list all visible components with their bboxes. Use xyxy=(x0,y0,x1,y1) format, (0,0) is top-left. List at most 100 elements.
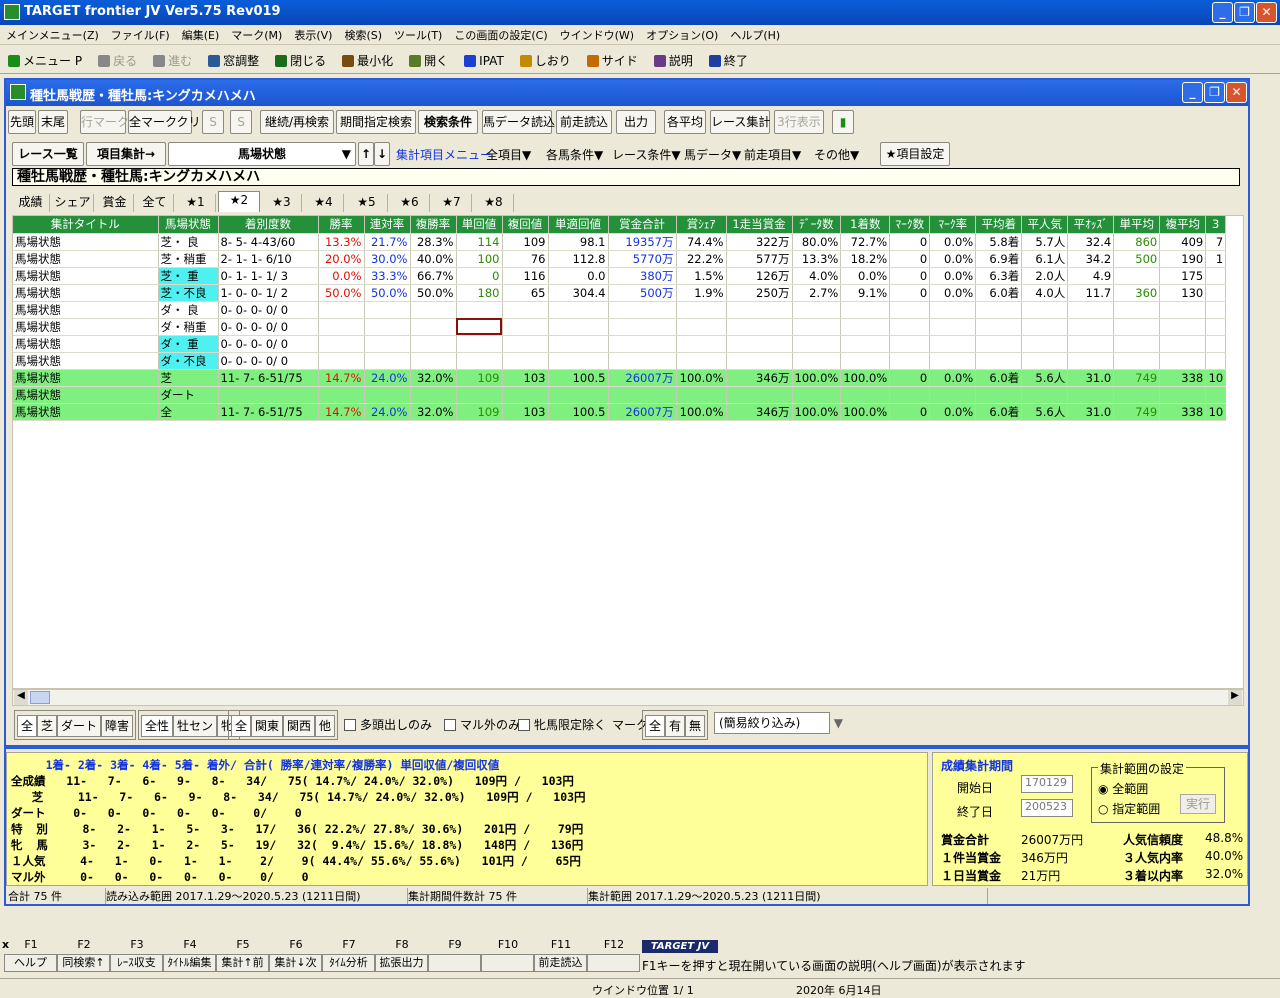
table-cell[interactable]: 1 xyxy=(1205,250,1227,268)
scroll-right-icon[interactable]: ▶ xyxy=(1228,690,1242,705)
table-cell[interactable] xyxy=(1021,301,1069,319)
col-header[interactable]: 賞ｼｪｱ xyxy=(676,216,727,234)
toolbar-button-2[interactable]: 進む xyxy=(145,46,200,75)
table-cell[interactable]: 13.3% xyxy=(318,233,365,251)
region-filter-3[interactable]: 他 xyxy=(315,715,336,737)
table-cell[interactable]: 20.0% xyxy=(318,250,365,268)
fkey-button-11[interactable] xyxy=(587,954,640,972)
table-cell[interactable] xyxy=(364,318,411,336)
table-row[interactable]: 馬場状態 芝・稍重 2- 1- 1- 6/10 20.0% 30.0% 40.0% 100 7… xyxy=(13,250,1227,268)
table-cell[interactable]: 0.0 xyxy=(548,267,609,285)
cmd-button-6[interactable]: 継続/再検索 xyxy=(260,110,334,134)
table-cell[interactable]: 0.0% xyxy=(929,369,977,387)
table-row[interactable]: 馬場状態 芝・不良 1- 0- 0- 1/ 2 50.0% 50.0% 50.0% 180 6… xyxy=(13,284,1227,302)
table-cell[interactable]: 18.2% xyxy=(840,250,891,268)
table-cell[interactable]: 30.0% xyxy=(364,250,411,268)
tab-5[interactable]: ★2 xyxy=(218,191,260,212)
table-cell[interactable]: 32.0% xyxy=(410,369,457,387)
table-cell[interactable] xyxy=(1067,335,1115,353)
table-cell[interactable]: 577万 xyxy=(726,250,793,268)
table-cell[interactable] xyxy=(1205,335,1227,353)
fkey-button-9[interactable] xyxy=(481,954,534,972)
field-combo[interactable]: 馬場状態 ▼ xyxy=(168,142,356,166)
table-cell[interactable] xyxy=(1021,318,1069,336)
table-cell[interactable]: 0.0% xyxy=(318,267,365,285)
table-cell[interactable]: 21.7% xyxy=(364,233,411,251)
col-header[interactable]: 3 xyxy=(1205,216,1227,234)
mark-filter-2[interactable]: 無 xyxy=(685,715,706,737)
toolbar-button-11[interactable]: 終了 xyxy=(701,46,756,75)
summary-menu-5[interactable]: その他▼ xyxy=(814,146,859,163)
cmd-button-4[interactable]: S xyxy=(202,110,224,134)
table-cell[interactable] xyxy=(1021,335,1069,353)
sex-filter-1[interactable]: 牡セン xyxy=(173,715,218,737)
table-cell[interactable] xyxy=(410,352,457,370)
col-header[interactable]: 連対率 xyxy=(364,216,411,234)
table-cell[interactable] xyxy=(1159,318,1207,336)
col-header[interactable]: 単適回値 xyxy=(548,216,609,234)
table-cell[interactable]: 馬場状態 xyxy=(13,250,159,268)
table-cell[interactable] xyxy=(726,301,793,319)
table-cell[interactable] xyxy=(608,318,677,336)
table-cell[interactable]: 22.2% xyxy=(676,250,727,268)
table-cell[interactable]: 7 xyxy=(1205,233,1227,251)
table-cell[interactable]: 馬場状態 xyxy=(13,386,159,404)
table-cell[interactable]: 0.0% xyxy=(929,233,977,251)
table-cell[interactable] xyxy=(456,335,503,353)
tab-3[interactable]: 全て xyxy=(136,194,174,212)
data-grid[interactable]: 集計タイトル 馬場状態 着別度数 勝率 連対率 複勝率 単回値 複回値 単適回値 賞金合計 賞ｼｪｱ… xyxy=(12,215,1244,689)
fkey-button-1[interactable]: 同検索↑ xyxy=(57,954,110,972)
minimize-button[interactable]: _ xyxy=(1212,2,1233,23)
table-cell[interactable]: 749 xyxy=(1113,403,1161,421)
table-cell[interactable] xyxy=(676,352,727,370)
table-cell[interactable] xyxy=(889,386,931,404)
table-cell[interactable] xyxy=(410,335,457,353)
table-cell[interactable]: 全 xyxy=(158,403,219,421)
menu-item-2[interactable]: 編集(E) xyxy=(176,25,226,45)
table-cell[interactable] xyxy=(456,318,503,336)
menu-item-7[interactable]: この画面の設定(C) xyxy=(448,25,553,45)
table-cell[interactable] xyxy=(1067,352,1115,370)
table-cell[interactable]: ダート xyxy=(158,386,219,404)
table-cell[interactable]: 6.0着 xyxy=(975,284,1023,302)
table-cell[interactable]: 馬場状態 xyxy=(13,335,159,353)
summary-menu-1[interactable]: 各馬条件▼ xyxy=(546,146,603,163)
tab-4[interactable]: ★1 xyxy=(176,194,216,212)
table-row[interactable]: 馬場状態 ダート xyxy=(13,386,1227,404)
table-cell[interactable] xyxy=(218,386,319,404)
horizontal-scrollbar[interactable]: ◀ ▶ xyxy=(12,689,1244,706)
table-cell[interactable]: 11- 7- 6-51/75 xyxy=(218,403,319,421)
table-cell[interactable] xyxy=(1113,267,1161,285)
table-cell[interactable] xyxy=(608,386,677,404)
table-cell[interactable]: 50.0% xyxy=(410,284,457,302)
table-cell[interactable]: 4.0人 xyxy=(1021,284,1069,302)
table-cell[interactable]: 50.0% xyxy=(318,284,365,302)
col-header[interactable]: 平均着 xyxy=(975,216,1023,234)
table-cell[interactable]: 10 xyxy=(1205,369,1227,387)
cmd-button-14[interactable]: 3行表示 xyxy=(774,110,824,134)
table-cell[interactable] xyxy=(676,318,727,336)
col-header[interactable]: 単平均 xyxy=(1113,216,1161,234)
filter-check-1[interactable]: マル外のみ xyxy=(444,716,520,733)
table-cell[interactable]: 31.0 xyxy=(1067,369,1115,387)
col-header[interactable]: 複勝率 xyxy=(410,216,457,234)
close-button[interactable]: ✕ xyxy=(1256,2,1277,23)
table-cell[interactable]: 346万 xyxy=(726,369,793,387)
fkey-button-4[interactable]: 集計↑前 xyxy=(216,954,269,972)
table-cell[interactable]: 0.0% xyxy=(929,284,977,302)
table-cell[interactable]: 32.0% xyxy=(410,403,457,421)
table-cell[interactable]: 1.5% xyxy=(676,267,727,285)
fkey-button-7[interactable]: 拡張出力 xyxy=(375,954,428,972)
cmd-button-13[interactable]: レース集計 xyxy=(710,110,770,134)
toolbar-button-1[interactable]: 戻る xyxy=(90,46,145,75)
table-cell[interactable]: 180 xyxy=(456,284,503,302)
toolbar-button-8[interactable]: しおり xyxy=(512,46,579,75)
table-cell[interactable] xyxy=(929,352,977,370)
table-cell[interactable]: 馬場状態 xyxy=(13,267,159,285)
table-cell[interactable]: 6.9着 xyxy=(975,250,1023,268)
table-cell[interactable] xyxy=(548,352,609,370)
table-cell[interactable] xyxy=(410,318,457,336)
table-cell[interactable]: 860 xyxy=(1113,233,1161,251)
table-cell[interactable]: 100.5 xyxy=(548,369,609,387)
table-cell[interactable] xyxy=(364,301,411,319)
